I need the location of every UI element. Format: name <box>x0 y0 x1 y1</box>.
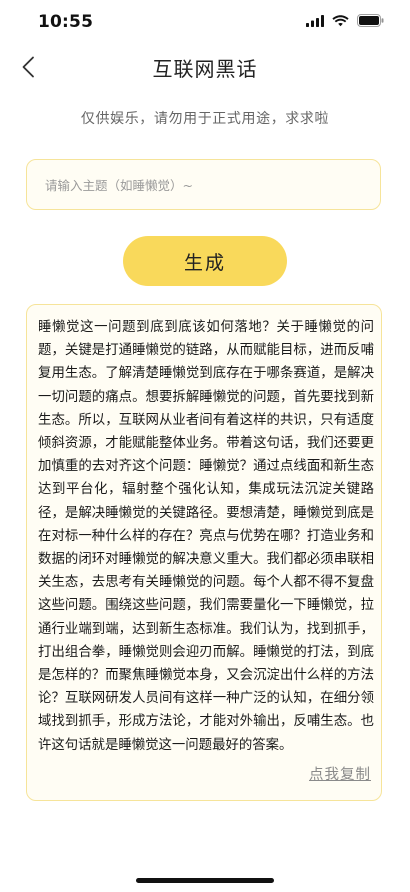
status-bar: 10:55 <box>0 0 410 48</box>
nav-bar: 互联网黑话 <box>0 45 410 89</box>
battery-icon <box>357 14 384 27</box>
generate-button[interactable]: 生成 <box>123 236 287 286</box>
copy-button[interactable]: 点我复制 <box>309 763 371 784</box>
disclaimer-text: 仅供娱乐，请勿用于正式用途，求求啦 <box>80 111 330 127</box>
topic-input[interactable] <box>43 160 367 210</box>
page-title: 互联网黑话 <box>152 57 258 81</box>
wifi-icon <box>332 14 349 26</box>
topic-input-container <box>26 159 381 210</box>
status-icons <box>306 14 384 27</box>
cellular-signal-icon <box>306 14 324 27</box>
home-indicator <box>136 878 274 883</box>
result-card: 睡懒觉这一问题到底到底该如何落地？关于睡懒觉的问题，关键是打通睡懒觉的链路，从而… <box>26 304 382 801</box>
status-time: 10:55 <box>38 12 94 32</box>
result-text: 睡懒觉这一问题到底到底该如何落地？关于睡懒觉的问题，关键是打通睡懒觉的链路，从而… <box>38 320 374 753</box>
